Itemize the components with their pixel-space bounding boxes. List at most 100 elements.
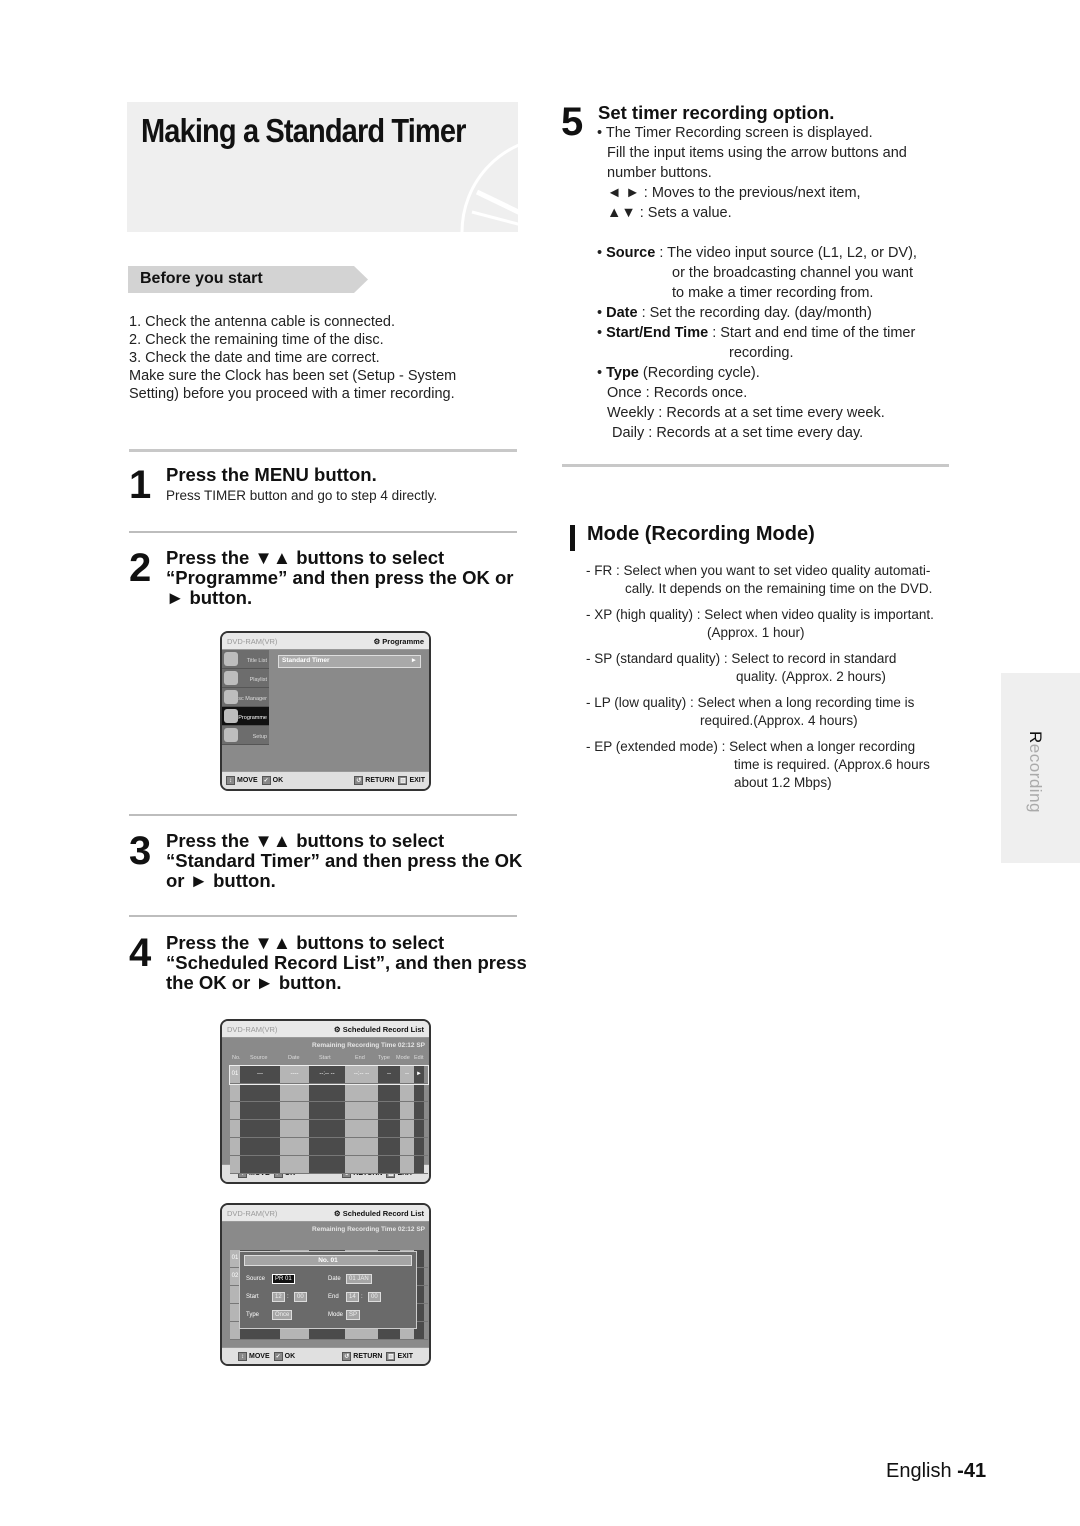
step5-text: ▲▼ : Sets a value.: [607, 205, 732, 221]
step-number: 5: [561, 100, 584, 144]
step-heading: Press the MENU button.: [166, 464, 377, 485]
exit-key: ▥ EXIT: [398, 776, 425, 785]
step-number: 1: [129, 463, 152, 507]
step-heading-line: Press the ▼▲ buttons to select: [166, 932, 445, 953]
mode-sp: - SP (standard quality) : Select to reco…: [586, 651, 897, 684]
list-item: Make sure the Clock has been set (Setup …: [129, 368, 457, 384]
table-row[interactable]: [230, 1084, 428, 1102]
osd-bottombar: ↕ MOVE ✓ OK ↺ RETURN ▥ EXIT: [222, 1347, 429, 1364]
type-desc: • Type (Recording cycle).: [597, 365, 760, 381]
record-list: 01 --- ---- --:-- -- --:-- -- -- -- ►: [229, 1065, 429, 1174]
mode-title: Mode (Recording Mode): [587, 523, 815, 545]
menu-item-programme[interactable]: Programme: [222, 707, 269, 726]
time-desc: • Start/End Time : Start and end time of…: [597, 325, 916, 341]
menu-item-disc-manager[interactable]: Disc Manager: [222, 688, 269, 707]
page-title: Making a Standard Timer: [141, 112, 466, 149]
date-field[interactable]: 01 JAN: [346, 1274, 372, 1284]
edit-arrow-icon: ►: [414, 1066, 424, 1083]
menu-item-playlist[interactable]: Playlist: [222, 669, 269, 688]
ok-icon: ✓: [261, 776, 271, 785]
playlist-icon: [224, 671, 238, 685]
divider: [129, 449, 517, 452]
menu-item-title-list[interactable]: Title List: [222, 650, 269, 669]
osd-programme-screen: DVD-RAM(VR) ⚙ Programme Title List Playl…: [220, 631, 431, 791]
page-number: -41: [957, 1460, 987, 1482]
before-you-start-label: Before you start: [140, 270, 263, 287]
section-marker: [570, 525, 575, 551]
step-heading: Set timer recording option.: [598, 102, 835, 123]
before-you-start-list: 1. Check the antenna cable is connected.…: [129, 313, 456, 403]
step-heading-line: “Scheduled Record List”, and then press: [166, 952, 527, 973]
step-number: 2: [129, 546, 152, 590]
step-heading-line: “Standard Timer” and then press the OK: [166, 850, 523, 871]
disc-manager-icon: [224, 690, 238, 704]
popup-title: No. 01: [244, 1255, 412, 1266]
return-key: ↺ RETURN: [354, 776, 395, 785]
table-row[interactable]: 01 --- ---- --:-- -- --:-- -- -- -- ►: [229, 1065, 429, 1085]
step5-text: ◄ ► : Moves to the previous/next item,: [607, 185, 861, 201]
edit-popup: No. 01 Source PR 01 Date 01 JAN Start 12…: [239, 1251, 417, 1329]
osd-device: DVD-RAM(VR): [227, 636, 278, 646]
divider: [129, 531, 517, 533]
ok-icon: ✓: [273, 1352, 283, 1361]
table-row[interactable]: [230, 1138, 428, 1156]
table-row[interactable]: [230, 1156, 428, 1174]
start-hour-field[interactable]: 12: [272, 1292, 285, 1302]
start-minute-field[interactable]: 00: [294, 1292, 307, 1302]
divider: [562, 464, 949, 467]
mode-ep: - EP (extended mode) : Select when a lon…: [586, 739, 930, 790]
osd-body: Remaining Recording Time 02:12 SP No. So…: [222, 1038, 429, 1174]
remaining-time: Remaining Recording Time 02:12 SP: [312, 1042, 425, 1049]
mode-field[interactable]: SP: [346, 1310, 361, 1320]
ok-key: ✓ OK: [261, 776, 284, 785]
title-list-icon: [224, 652, 238, 666]
table-row[interactable]: [230, 1120, 428, 1138]
source-field[interactable]: PR 01: [272, 1274, 295, 1284]
list-item: 2. Check the remaining time of the disc.: [129, 332, 384, 348]
date-desc: • Date : Set the recording day. (day/mon…: [597, 305, 872, 321]
osd-scheduled-list-screen: DVD-RAM(VR) ⚙ Scheduled Record List Rema…: [220, 1019, 431, 1184]
step5-text: • The Timer Recording screen is displaye…: [597, 125, 873, 141]
table-row[interactable]: [230, 1102, 428, 1120]
step-heading-line: Press the ▼▲ buttons to select: [166, 547, 445, 568]
mode-fr: - FR : Select when you want to set video…: [586, 563, 933, 596]
setup-gear-icon: [224, 728, 238, 742]
list-item: 3. Check the date and time are correct.: [129, 350, 380, 366]
return-icon: ↺: [342, 1352, 352, 1361]
standard-timer-item[interactable]: Standard Timer ►: [278, 655, 421, 668]
exit-icon: ▥: [398, 776, 408, 785]
end-hour-field[interactable]: 14: [346, 1292, 359, 1302]
step-heading-line: ► button.: [166, 587, 253, 608]
programme-icon: [224, 709, 238, 723]
osd-topbar: DVD-RAM(VR) ⚙ Scheduled Record List: [222, 1205, 429, 1222]
remaining-time: Remaining Recording Time 02:12 SP: [312, 1226, 425, 1233]
mode-xp: - XP (high quality) : Select when video …: [586, 607, 934, 640]
step-number: 4: [129, 931, 152, 975]
divider: [129, 915, 517, 917]
step5-text: Fill the input items using the arrow but…: [607, 145, 907, 161]
type-field[interactable]: Once: [272, 1310, 293, 1320]
osd-topbar: DVD-RAM(VR) ⚙ Programme: [222, 633, 429, 650]
osd-bottombar: ↕ MOVE ✓ OK ↺ RETURN ▥ EXIT: [222, 771, 429, 789]
step-number: 3: [129, 829, 152, 873]
end-minute-field[interactable]: 00: [368, 1292, 381, 1302]
menu-item-setup[interactable]: Setup: [222, 726, 269, 745]
osd-title: ⚙ Programme: [373, 636, 425, 646]
updown-icon: ↕: [238, 1352, 247, 1361]
list-item: 1. Check the antenna cable is connected.: [129, 314, 396, 330]
exit-icon: ▥: [386, 1352, 396, 1361]
osd-body: Title List Playlist Disc Manager Program…: [222, 650, 429, 771]
step-heading-line: Press the ▼▲ buttons to select: [166, 830, 445, 851]
page-footer: English -41: [886, 1460, 986, 1483]
osd-side-menu: Title List Playlist Disc Manager Program…: [222, 650, 269, 745]
updown-icon: ↕: [226, 776, 235, 785]
chapter-tab-recording: Recording: [1001, 673, 1080, 863]
osd-edit-screen: DVD-RAM(VR) ⚙ Scheduled Record List Rema…: [220, 1203, 431, 1366]
step5-text: number buttons.: [607, 165, 712, 181]
step-heading-line: the OK or ► button.: [166, 972, 342, 993]
list-item: Setting) before you proceed with a timer…: [129, 386, 455, 402]
step-note: Press TIMER button and go to step 4 dire…: [166, 488, 438, 503]
chevron-right-icon: ►: [410, 657, 417, 664]
title-banner: Making a Standard Timer: [127, 102, 518, 232]
divider: [129, 814, 517, 816]
